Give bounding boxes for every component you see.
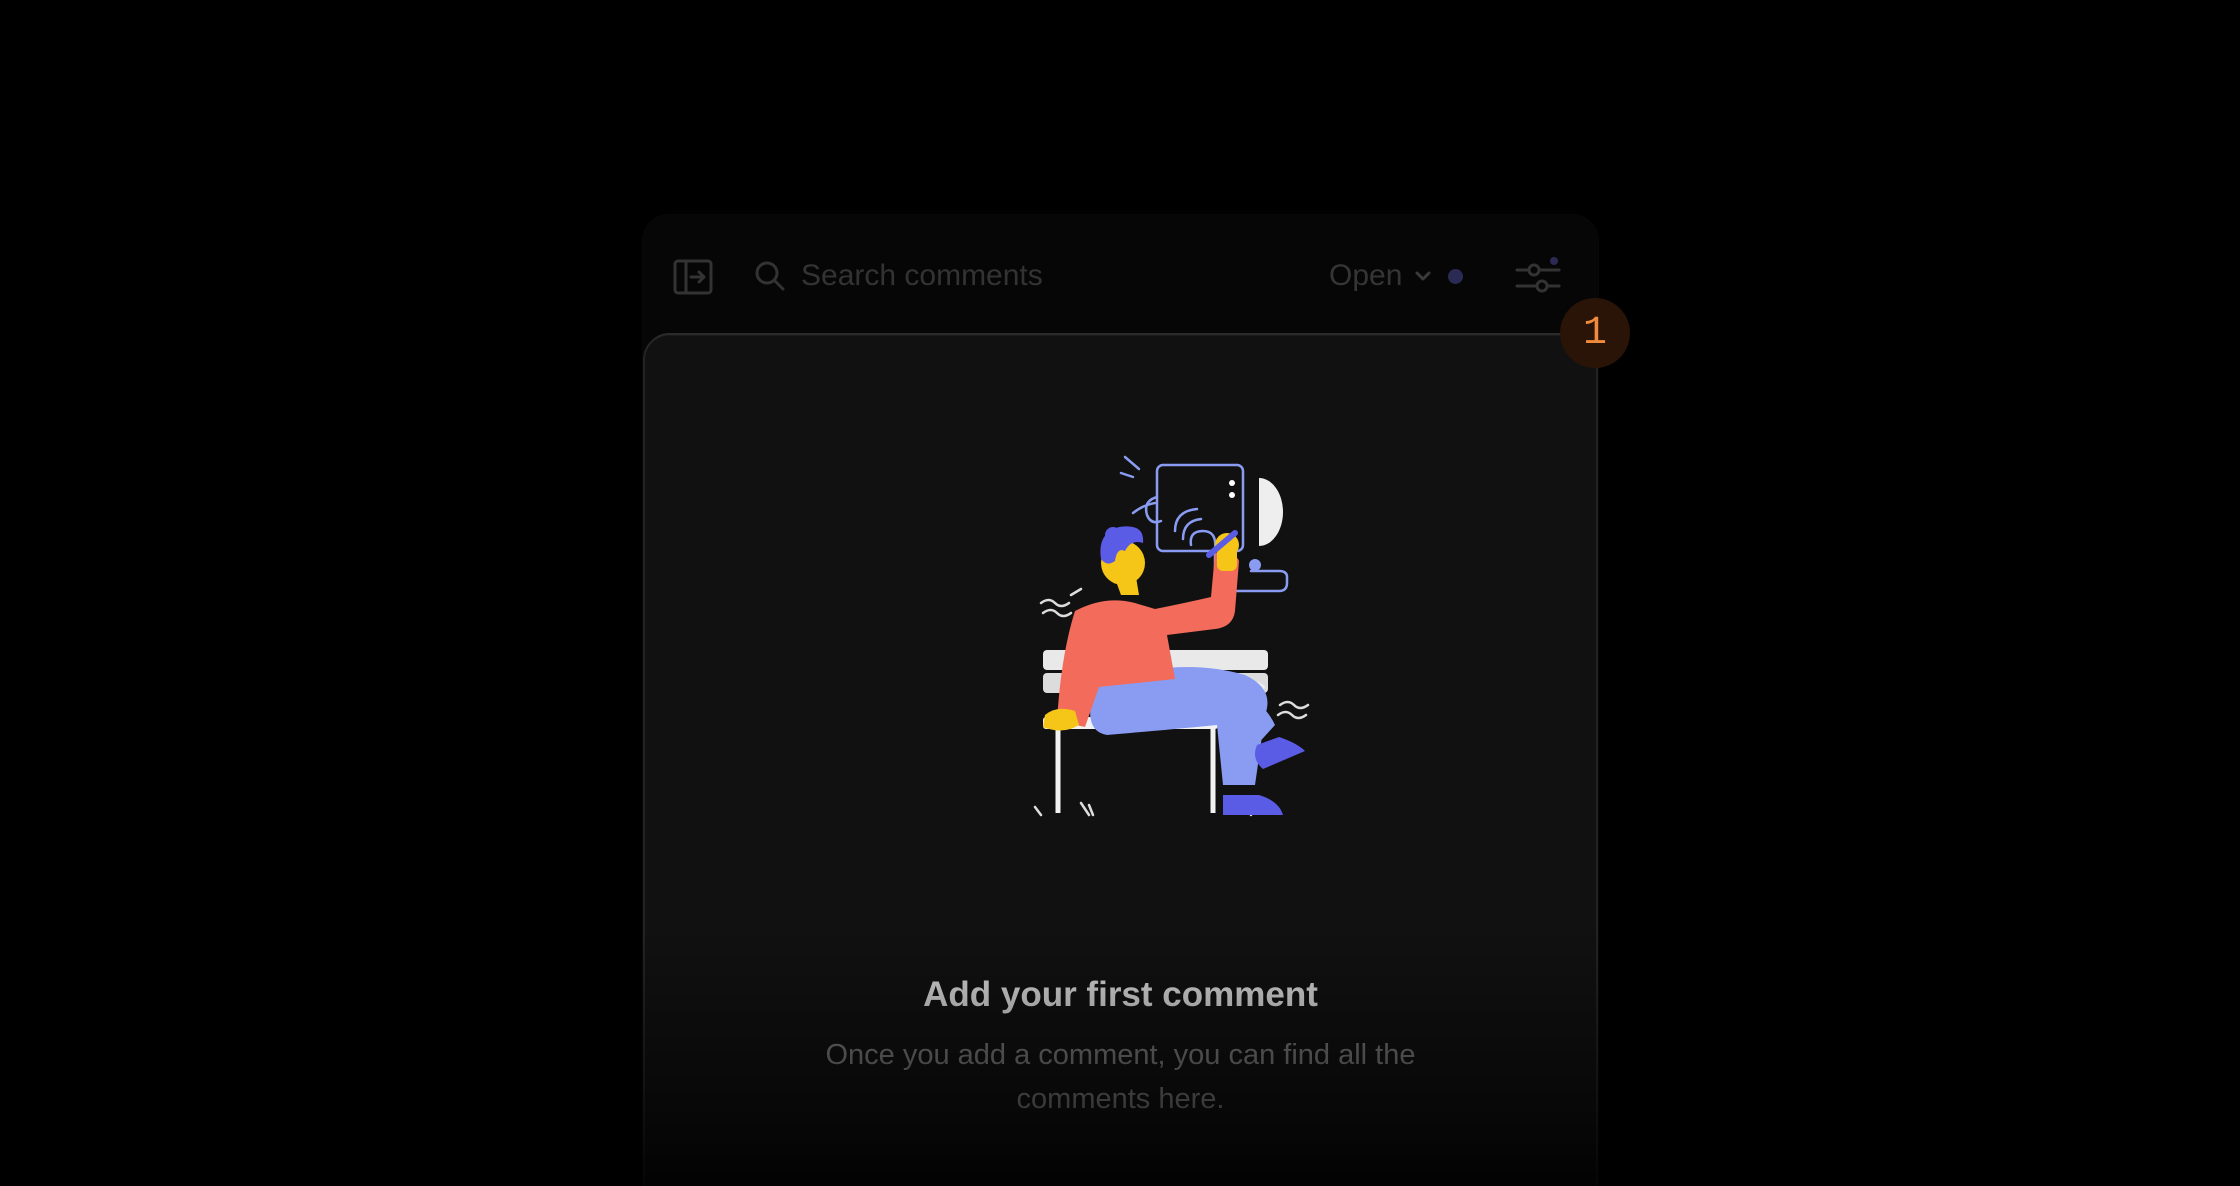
search-box [753, 255, 1173, 297]
notification-count-badge: 1 [1560, 298, 1630, 368]
empty-state-description: Once you add a comment, you can find all… [825, 1039, 1416, 1115]
sliders-icon [1515, 257, 1561, 293]
comments-toolbar: Open [643, 215, 1598, 333]
sidebar-toggle-button[interactable] [673, 259, 713, 295]
empty-state-illustration-icon [1033, 455, 1310, 817]
search-input[interactable] [801, 259, 1161, 293]
status-indicator-dot [1448, 268, 1464, 284]
chevron-down-icon [1415, 271, 1431, 281]
app-frame: Open [0, 0, 2240, 1186]
comments-list-area: Add your first comment Once you add a co… [645, 335, 1596, 1186]
empty-state-title: Add your first comment [923, 975, 1318, 1014]
sidebar-collapse-icon [673, 259, 713, 295]
search-icon [755, 261, 785, 291]
comments-panel: Open [643, 215, 1598, 1186]
status-filter-dropdown[interactable]: Open [1329, 255, 1464, 297]
status-filter-value: Open [1329, 259, 1403, 292]
filter-settings-button[interactable] [1515, 255, 1561, 301]
